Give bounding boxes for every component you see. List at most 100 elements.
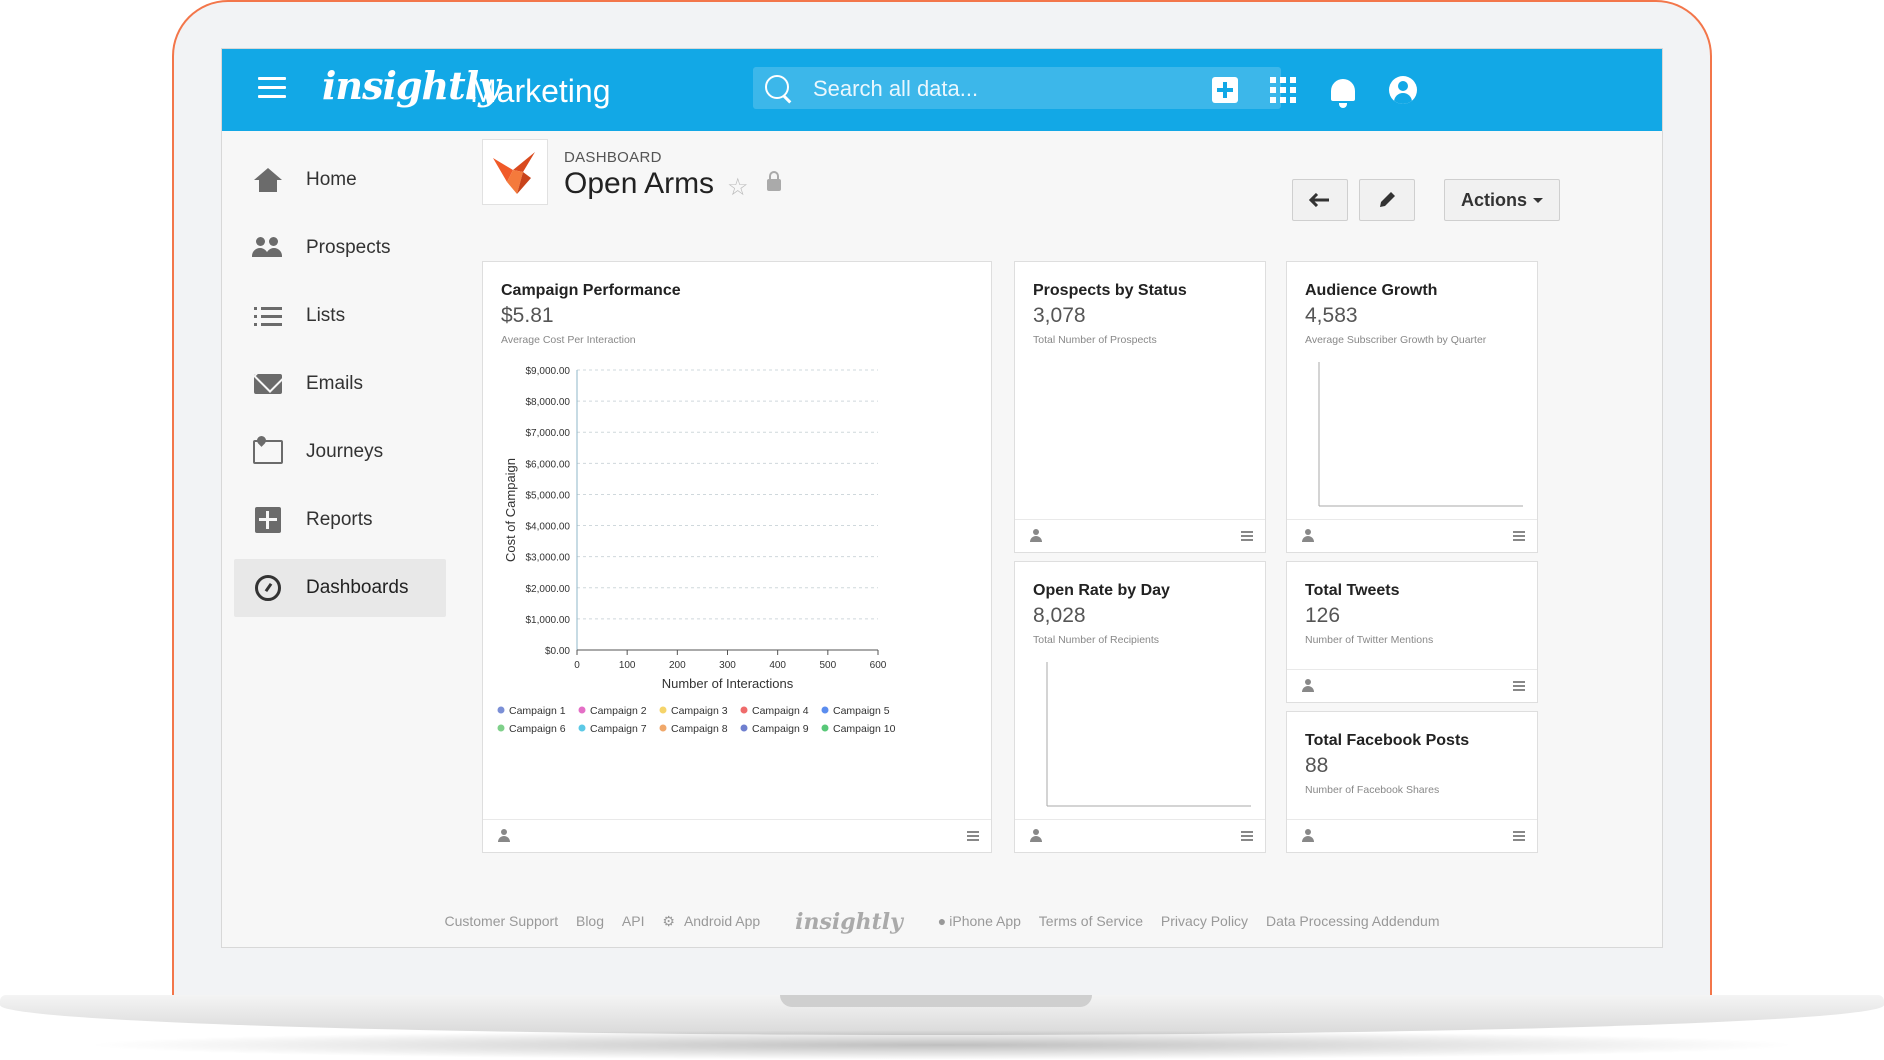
- legend-swatch: [497, 724, 505, 732]
- laptop-shadow: [80, 1030, 1804, 1060]
- legend-swatch: [497, 706, 505, 714]
- app-screen: insightly Marketing Home: [221, 48, 1663, 948]
- legend-swatch: [659, 724, 667, 732]
- actions-dropdown[interactable]: Actions: [1444, 179, 1560, 221]
- search-box[interactable]: [753, 67, 1281, 109]
- edit-button[interactable]: [1359, 179, 1415, 221]
- footer-link[interactable]: Privacy Policy: [1161, 913, 1248, 929]
- legend-swatch: [821, 706, 829, 714]
- y-tick-label: $7,000.00: [526, 428, 571, 439]
- card-value: 88: [1305, 754, 1329, 777]
- card-footer: [1287, 819, 1537, 852]
- list-view-icon[interactable]: [1513, 831, 1525, 843]
- chevron-down-icon: [1533, 197, 1543, 203]
- campaign-scatter-chart: $0.00 $1,000.00 $2,000.00 $3,000.00 $4,000.0…: [497, 366, 896, 735]
- sidebar-item-label: Prospects: [306, 237, 391, 258]
- back-button[interactable]: [1292, 179, 1348, 221]
- footer-link[interactable]: Data Processing Addendum: [1266, 913, 1440, 929]
- card-title: Open Rate by Day: [1033, 582, 1170, 599]
- card-subtitle: Average Cost Per Interaction: [501, 334, 636, 346]
- legend-label: Campaign 1: [509, 705, 566, 717]
- plus-icon: [1212, 77, 1238, 103]
- y-tick-label: $6,000.00: [526, 459, 571, 470]
- y-tick-label: $4,000.00: [526, 522, 571, 533]
- card-subtitle: Total Number of Prospects: [1033, 334, 1157, 346]
- list-icon: [252, 301, 284, 331]
- card-subtitle: Total Number of Recipients: [1033, 634, 1160, 646]
- footer-logo: insightly: [795, 909, 903, 935]
- card-footer: [1015, 519, 1265, 552]
- sidebar-item-label: Home: [306, 169, 357, 190]
- sidebar-item-journeys[interactable]: Journeys: [234, 423, 446, 481]
- sidebar-item-label: Journeys: [306, 441, 384, 462]
- search-icon: [765, 75, 789, 99]
- list-view-icon[interactable]: [1241, 831, 1253, 843]
- card-subtitle: Average Subscriber Growth by Quarter: [1305, 334, 1487, 346]
- sidebar-item-label: Reports: [306, 509, 373, 530]
- sidebar-item-label: Emails: [306, 373, 364, 394]
- legend-swatch: [821, 724, 829, 732]
- legend-swatch: [659, 706, 667, 714]
- footer-link[interactable]: Customer Support: [444, 913, 558, 929]
- page-footer: Customer Support Blog API ⚙ Android App i…: [222, 909, 1662, 935]
- user-menu-button[interactable]: [1386, 73, 1420, 107]
- sidebar-item-label: Dashboards: [306, 577, 409, 598]
- legend-label: Campaign 2: [590, 705, 647, 717]
- card-value: $5.81: [501, 304, 554, 327]
- list-view-icon[interactable]: [1241, 531, 1253, 543]
- app-grid-button[interactable]: [1266, 73, 1300, 107]
- list-view-icon[interactable]: [1513, 531, 1525, 543]
- footer-link[interactable]: iPhone App: [949, 913, 1021, 929]
- user-icon[interactable]: [1029, 529, 1043, 543]
- search-input[interactable]: [811, 73, 1255, 105]
- card-value: 126: [1305, 604, 1341, 627]
- sidebar-item-lists[interactable]: Lists: [234, 287, 446, 345]
- pencil-icon: [1380, 192, 1395, 207]
- prospects-by-status-card: Prospects by Status 3,078 Total Number o…: [1014, 261, 1266, 553]
- legend-label: Campaign 10: [833, 723, 896, 735]
- dashboard-logo: [482, 139, 548, 205]
- add-new-button[interactable]: [1208, 73, 1242, 107]
- sidebar-item-emails[interactable]: Emails: [234, 355, 446, 413]
- star-icon[interactable]: ☆: [727, 173, 749, 202]
- footer-link[interactable]: Terms of Service: [1039, 913, 1143, 929]
- card-subtitle: Number of Twitter Mentions: [1305, 634, 1434, 646]
- y-tick-label: $1,000.00: [526, 615, 571, 626]
- user-icon[interactable]: [497, 829, 511, 843]
- total-facebook-posts-card: Total Facebook Posts 88 Number of Facebo…: [1286, 711, 1538, 853]
- actions-label: Actions: [1460, 189, 1527, 210]
- legend-label: Campaign 9: [752, 723, 809, 735]
- notifications-button[interactable]: [1326, 73, 1360, 108]
- lock-icon: [767, 171, 781, 191]
- sidebar-item-reports[interactable]: Reports: [234, 491, 446, 549]
- y-tick-label: $9,000.00: [526, 366, 571, 377]
- sidebar-item-prospects[interactable]: Prospects: [234, 219, 446, 277]
- y-tick-label: $3,000.00: [526, 553, 571, 564]
- open-rate-by-day-card: Open Rate by Day 8,028 Total Number of R…: [1014, 561, 1266, 853]
- x-tick-label: 600: [870, 660, 887, 671]
- card-title: Prospects by Status: [1033, 282, 1187, 299]
- origami-bird-icon: [493, 152, 535, 194]
- user-icon[interactable]: [1301, 529, 1315, 543]
- footer-link[interactable]: Blog: [576, 913, 604, 929]
- list-view-icon[interactable]: [967, 831, 979, 843]
- list-view-icon[interactable]: [1513, 681, 1525, 693]
- card-title: Audience Growth: [1305, 282, 1438, 299]
- menu-icon[interactable]: [258, 77, 286, 99]
- user-icon[interactable]: [1029, 829, 1043, 843]
- y-tick-label: $2,000.00: [526, 584, 571, 595]
- sidebar-item-dashboards[interactable]: Dashboards: [234, 559, 446, 617]
- card-title: Total Tweets: [1305, 582, 1400, 599]
- footer-link[interactable]: API: [622, 913, 645, 929]
- page-title: Open Arms: [564, 167, 715, 200]
- user-icon[interactable]: [1301, 679, 1315, 693]
- legend-label: Campaign 3: [671, 705, 728, 717]
- y-tick-label: $5,000.00: [526, 490, 571, 501]
- back-arrow-icon: [1309, 193, 1329, 207]
- open-rate-axes: [1046, 662, 1251, 807]
- page-kicker: DASHBOARD: [564, 149, 662, 166]
- sidebar-item-home[interactable]: Home: [234, 151, 446, 209]
- footer-link[interactable]: Android App: [684, 913, 760, 929]
- bell-icon: [1331, 79, 1355, 108]
- user-icon[interactable]: [1301, 829, 1315, 843]
